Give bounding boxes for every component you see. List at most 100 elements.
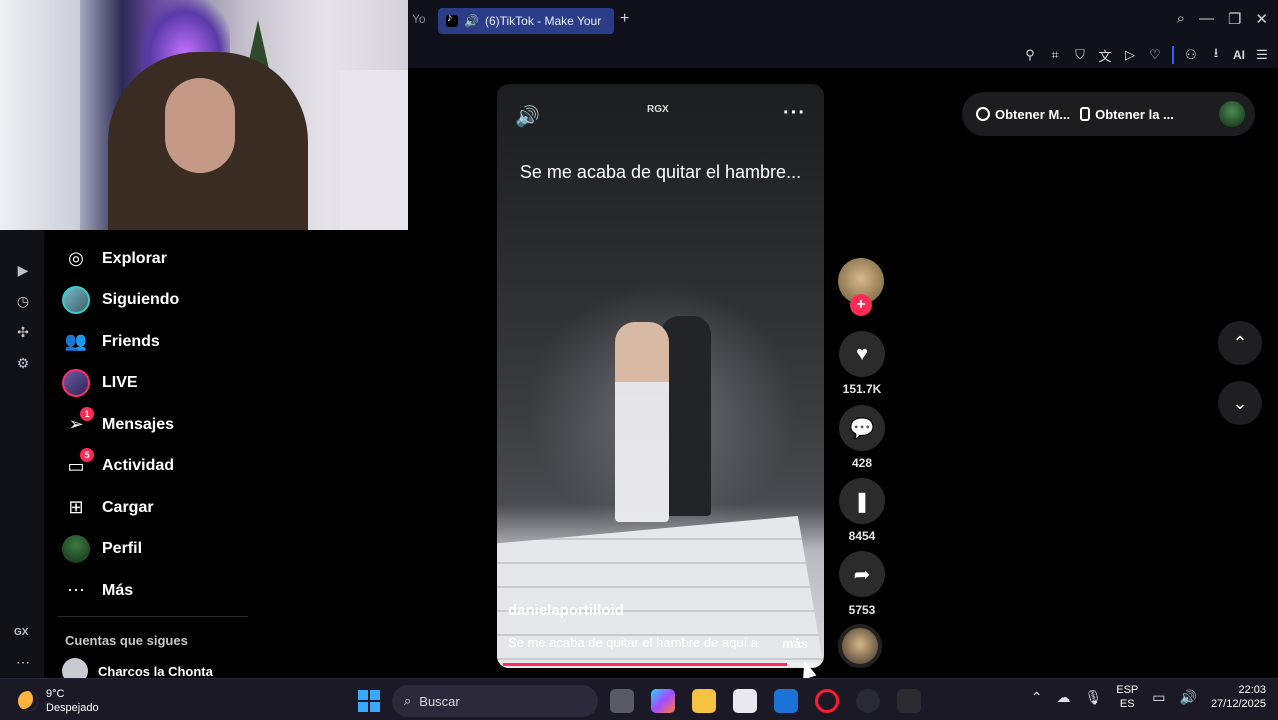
video-progress-bar[interactable] [503, 663, 818, 666]
sidebar-item-explorar[interactable]: ◎ Explorar [62, 238, 322, 280]
heart-icon[interactable]: ♡ [1147, 47, 1163, 63]
shield-icon[interactable]: ⛉ [1072, 47, 1088, 63]
microphone-icon[interactable]: 🎙 [1084, 689, 1102, 706]
comment-button[interactable]: 💬 [839, 405, 885, 451]
ellipsis-icon: ⋯ [67, 580, 85, 601]
sidebar-item-label: Cargar [102, 498, 154, 516]
sidebar-item-actividad[interactable]: ▭ 5 Actividad [62, 446, 322, 488]
sidebar-item-siguiendo[interactable]: Siguiendo [62, 280, 322, 322]
sidebar-item-friends[interactable]: 👥 Friends [62, 321, 322, 363]
bookmark-icon: ❚ [853, 490, 871, 513]
volume-icon[interactable]: 🔊 [1180, 689, 1197, 706]
save-count: 8454 [848, 529, 876, 543]
task-view-icon[interactable] [610, 689, 634, 713]
tab-partial[interactable]: Yo [412, 12, 426, 26]
settings-icon[interactable]: ⚙ [14, 355, 32, 373]
sidebar-item-mas[interactable]: ⋯ Más [62, 570, 322, 612]
tiktok-sidebar-nav: ◎ Explorar Siguiendo 👥 Friends LIVE ➢ 1 … [62, 238, 322, 612]
sidebar-item-mensajes[interactable]: ➢ 1 Mensajes [62, 404, 322, 446]
restore-icon[interactable]: ❐ [1228, 10, 1241, 28]
new-tab-button[interactable]: + [620, 10, 629, 28]
compass-icon: ◎ [68, 248, 84, 269]
chevron-down-icon: ⌄ [1232, 392, 1248, 413]
play-circle-icon[interactable]: ▶ [14, 262, 32, 280]
video-player[interactable]: 🔊 RGX ··· Se me acaba de quitar el hambr… [497, 84, 824, 668]
speaker-icon[interactable]: 🔊 [464, 14, 479, 28]
start-button[interactable] [358, 690, 380, 712]
extensions-icon[interactable]: ✣ [14, 324, 32, 342]
search-placeholder: Buscar [419, 693, 460, 709]
previous-video-button[interactable]: ⌃ [1218, 321, 1262, 365]
cloud-icon[interactable]: ☁ [1056, 689, 1070, 706]
menu-icon[interactable]: ☰ [1254, 47, 1270, 63]
sidebar-item-perfil[interactable]: Perfil [62, 529, 322, 571]
tiktok-icon [446, 12, 458, 27]
language-code: ESP [1116, 684, 1139, 696]
ai-button[interactable]: AI [1233, 48, 1245, 62]
search-icon[interactable]: ⌕ [1177, 10, 1185, 28]
clock-time: 22:03 [1238, 684, 1266, 696]
epic-games-icon[interactable] [897, 689, 921, 713]
message-icon: ▭ 5 [62, 448, 94, 480]
crop-icon[interactable]: ⌗ [1047, 47, 1063, 63]
file-explorer-icon[interactable] [692, 689, 716, 713]
sidebar-item-live[interactable]: LIVE [62, 363, 322, 405]
volume-icon[interactable]: 🔊 [515, 104, 540, 129]
opera-gx-icon[interactable] [815, 689, 839, 713]
following-section-title: Cuentas que sigues [65, 633, 188, 648]
network-icon[interactable]: ▭ [1152, 689, 1165, 706]
language-indicator[interactable]: ESP ES [1116, 683, 1138, 711]
app-icon[interactable] [856, 689, 880, 713]
sidebar-item-label: LIVE [102, 374, 138, 392]
more-icon[interactable]: ⋯ [14, 654, 32, 672]
close-icon[interactable]: ✕ [1255, 10, 1268, 28]
get-app-button[interactable]: Obtener M... [976, 107, 1070, 122]
share-count: 5753 [848, 603, 876, 617]
like-button[interactable]: ♥ [839, 331, 885, 377]
more-options-icon[interactable]: ··· [783, 102, 806, 125]
follow-button[interactable]: + [850, 294, 872, 316]
tab-tiktok[interactable]: 🔊 (6)TikTok - Make Your [438, 8, 614, 34]
chevron-up-icon[interactable]: ⌃ [1031, 689, 1043, 706]
video-author[interactable]: danielaportilloid [508, 602, 624, 619]
description-more-button[interactable]: más [782, 636, 808, 651]
play-icon[interactable]: ▷ [1122, 47, 1138, 63]
moon-icon [18, 691, 38, 711]
download-icon[interactable]: ⭳ [1208, 44, 1224, 66]
pin-icon[interactable]: ⚲ [1022, 47, 1038, 63]
sidebar-item-cargar[interactable]: ⊞ Cargar [62, 487, 322, 529]
get-app-label: Obtener M... [995, 106, 1071, 122]
get-mobile-app-button[interactable]: Obtener la ... [1080, 107, 1174, 122]
store-icon[interactable] [733, 689, 757, 713]
toolbar-icons: ⚲ ⌗ ⛉ 文 ▷ ♡ ⚇ ⭳ AI ☰ [1022, 44, 1270, 66]
outlook-icon[interactable] [774, 689, 798, 713]
browser-toolbar: ⚲ ⌗ ⛉ 文 ▷ ♡ ⚇ ⭳ AI ☰ [408, 40, 1278, 68]
live-avatar [62, 369, 90, 398]
copilot-icon[interactable] [651, 689, 675, 713]
history-icon[interactable]: ◷ [14, 293, 32, 311]
comment-count: 428 [851, 456, 873, 470]
taskbar-search[interactable]: ⌕ Buscar [392, 685, 598, 717]
app-icon [976, 107, 990, 121]
sidebar-item-label: Siguiendo [102, 291, 180, 309]
save-button[interactable]: ❚ [839, 478, 885, 524]
temperature: 9°C [46, 688, 65, 700]
weather-widget[interactable]: 9°C Despejado [18, 687, 99, 715]
friends-icon: 👥 [64, 331, 88, 352]
sidebar-item-label: Perfil [102, 540, 143, 558]
clock[interactable]: 22:03 27/12/2025 [1211, 683, 1266, 711]
following-avatar [62, 286, 90, 315]
account-icon[interactable]: ⚇ [1183, 47, 1199, 63]
next-video-button[interactable]: ⌄ [1218, 381, 1262, 425]
minimize-icon[interactable]: — [1199, 10, 1214, 28]
get-mobile-label: Obtener la ... [1095, 106, 1174, 122]
screen: Yo 🔊 (6)TikTok - Make Your + ⌕ — ❐ ✕ ⚲ ⌗… [0, 0, 1278, 720]
user-avatar[interactable] [1219, 101, 1245, 127]
sidebar-item-label: Mensajes [102, 415, 175, 433]
music-disc[interactable] [838, 624, 882, 668]
sidebar-item-label: Friends [102, 332, 160, 350]
clock-date: 27/12/2025 [1210, 698, 1266, 710]
translate-icon[interactable]: 文 [1097, 46, 1113, 65]
gx-label[interactable]: GX [14, 627, 28, 638]
share-button[interactable]: ➦ [839, 551, 885, 597]
